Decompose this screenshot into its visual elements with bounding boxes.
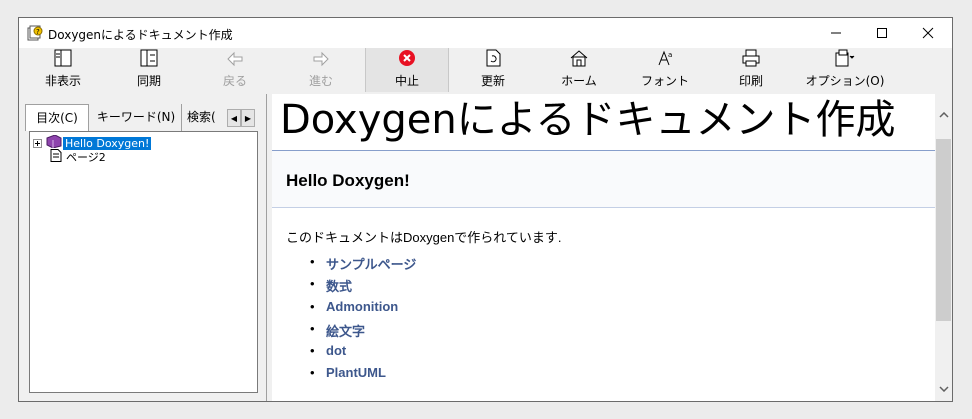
expand-icon[interactable] bbox=[33, 138, 42, 148]
chevron-up-icon bbox=[938, 107, 949, 121]
tab-contents-label: 目次(C) bbox=[36, 111, 78, 125]
tree-item-page2[interactable]: ページ2 bbox=[50, 149, 106, 165]
back-arrow-icon bbox=[226, 51, 244, 70]
svg-text:a: a bbox=[668, 51, 672, 59]
scroll-down-button[interactable] bbox=[935, 378, 952, 398]
link-admonition[interactable]: Admonition bbox=[310, 299, 416, 321]
font-button[interactable]: a フォント bbox=[623, 48, 707, 92]
back-button[interactable]: 戻る bbox=[193, 48, 277, 92]
chevron-down-icon bbox=[938, 381, 949, 395]
back-button-label: 戻る bbox=[222, 74, 247, 88]
link-sample-page[interactable]: サンプルページ bbox=[310, 254, 416, 276]
hide-button-label: 非表示 bbox=[44, 74, 81, 88]
tab-keywords[interactable]: キーワード(N) bbox=[91, 104, 182, 131]
options-button[interactable]: オプション(O) bbox=[795, 48, 895, 92]
hide-icon bbox=[54, 49, 72, 70]
document-content: Doxygenによるドキュメント作成 Hello Doxygen! このドキュメ… bbox=[272, 94, 935, 401]
scroll-up-button[interactable] bbox=[935, 104, 952, 124]
link-emoji[interactable]: 絵文字 bbox=[310, 321, 416, 343]
home-icon bbox=[569, 49, 589, 70]
svg-text:?: ? bbox=[36, 28, 40, 36]
refresh-icon bbox=[485, 49, 501, 70]
forward-button[interactable]: 進む bbox=[279, 48, 363, 92]
page-title: Doxygenによるドキュメント作成 bbox=[280, 97, 896, 143]
home-button[interactable]: ホーム bbox=[537, 48, 621, 92]
help-viewer-window: ? Doxygenによるドキュメント作成 非表示 同期 戻る 進む 中止 更新 … bbox=[18, 17, 953, 402]
stop-button-label: 中止 bbox=[394, 74, 419, 88]
tab-search[interactable]: 検索( bbox=[187, 104, 227, 131]
link-list: サンプルページ 数式 Admonition 絵文字 dot PlantUML bbox=[310, 254, 416, 388]
title-bar[interactable]: ? Doxygenによるドキュメント作成 bbox=[19, 18, 952, 48]
close-button[interactable] bbox=[905, 18, 951, 48]
triangle-left-icon: ◀ bbox=[230, 113, 238, 123]
stop-icon bbox=[398, 49, 416, 70]
intro-paragraph: このドキュメントはDoxygenで作られています. bbox=[286, 230, 562, 245]
triangle-right-icon: ▶ bbox=[244, 113, 252, 123]
forward-button-label: 進む bbox=[308, 74, 333, 88]
minimize-button[interactable] bbox=[813, 18, 859, 48]
help-app-icon: ? bbox=[27, 25, 43, 41]
tab-search-label: 検索( bbox=[187, 110, 216, 124]
sync-button-label: 同期 bbox=[136, 74, 161, 88]
font-icon: a bbox=[656, 49, 674, 70]
tree-item-hello-doxygen[interactable]: Hello Doxygen! bbox=[33, 134, 152, 150]
tree-item-label: ページ2 bbox=[66, 151, 106, 164]
page-heading: Hello Doxygen! bbox=[286, 171, 410, 190]
tab-contents[interactable]: 目次(C) bbox=[25, 104, 89, 131]
print-button[interactable]: 印刷 bbox=[709, 48, 793, 92]
vertical-scrollbar[interactable] bbox=[935, 94, 952, 401]
print-button-label: 印刷 bbox=[738, 74, 763, 88]
link-dot[interactable]: dot bbox=[310, 343, 416, 365]
sync-icon bbox=[140, 49, 158, 70]
page-icon bbox=[50, 149, 62, 165]
tab-keywords-label: キーワード(N) bbox=[96, 110, 176, 124]
stop-button[interactable]: 中止 bbox=[365, 48, 449, 92]
navigation-pane: 目次(C) キーワード(N) 検索( ◀ ▶ Hello Doxygen! ペー… bbox=[19, 94, 266, 401]
window-title: Doxygenによるドキュメント作成 bbox=[48, 28, 233, 42]
font-button-label: フォント bbox=[640, 74, 689, 88]
forward-arrow-icon bbox=[312, 51, 330, 70]
link-plantuml[interactable]: PlantUML bbox=[310, 365, 416, 387]
scroll-thumb[interactable] bbox=[936, 139, 951, 321]
sync-button[interactable]: 同期 bbox=[107, 48, 191, 92]
tab-scroll-left-button[interactable]: ◀ bbox=[227, 109, 241, 127]
home-button-label: ホーム bbox=[561, 74, 597, 88]
tab-scroll-right-button[interactable]: ▶ bbox=[241, 109, 255, 127]
contents-tree: Hello Doxygen! ページ2 bbox=[29, 131, 258, 393]
refresh-button-label: 更新 bbox=[480, 74, 505, 88]
tree-item-label: Hello Doxygen! bbox=[63, 136, 152, 150]
page-header: Hello Doxygen! bbox=[272, 150, 935, 208]
options-icon bbox=[834, 49, 856, 70]
link-formula[interactable]: 数式 bbox=[310, 276, 416, 298]
hide-button[interactable]: 非表示 bbox=[21, 48, 105, 92]
print-icon bbox=[741, 49, 761, 70]
options-button-label: オプション(O) bbox=[805, 74, 885, 88]
maximize-button[interactable] bbox=[859, 18, 905, 48]
refresh-button[interactable]: 更新 bbox=[451, 48, 535, 92]
toolbar: 非表示 同期 戻る 進む 中止 更新 ホーム a フォント 印刷 オプション(O… bbox=[19, 48, 952, 92]
